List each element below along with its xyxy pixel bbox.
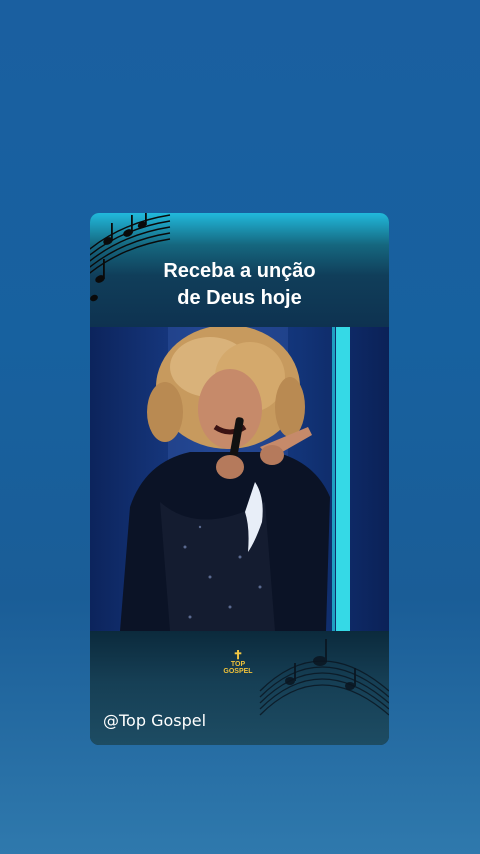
channel-handle[interactable]: @Top Gospel: [103, 711, 206, 730]
card-header: Receba a unção de Deus hoje: [90, 213, 389, 327]
card-footer: ✝ TOP GOSPEL @Top Gospel: [90, 631, 389, 745]
logo-line-1: TOP: [230, 661, 246, 668]
logo-line-2: GOSPEL: [223, 668, 253, 675]
card-title: Receba a unção de Deus hoje: [90, 258, 389, 312]
cross-icon: ✝: [232, 648, 244, 662]
post-card[interactable]: Receba a unção de Deus hoje ✝ TOP GOSPEL…: [90, 213, 389, 745]
title-line-2: de Deus hoje: [177, 287, 302, 309]
video-frame[interactable]: [90, 327, 389, 631]
title-line-1: Receba a unção: [163, 260, 316, 282]
singer-image: [120, 327, 350, 631]
top-gospel-logo: ✝ TOP GOSPEL: [221, 649, 255, 677]
